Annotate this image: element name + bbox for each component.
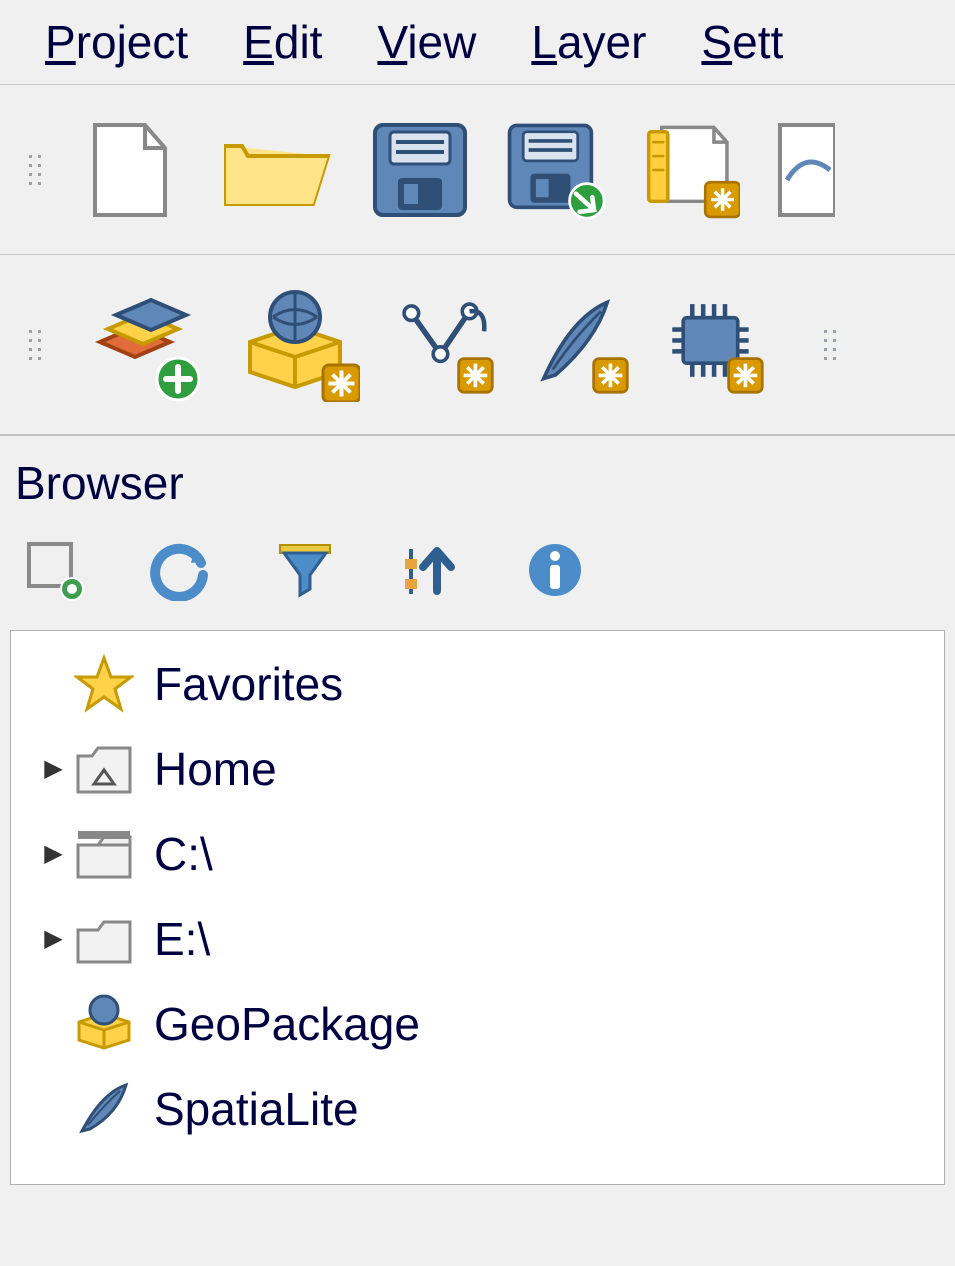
toolbar-grip-icon[interactable]: [820, 320, 840, 370]
menu-project[interactable]: Project: [45, 15, 188, 69]
tree-item-geopackage[interactable]: GeoPackage: [11, 981, 944, 1066]
browser-tree[interactable]: Favorites ▶ Home ▶ C:\ ▶ E:\: [10, 630, 945, 1185]
refresh-button[interactable]: [145, 535, 215, 605]
data-source-toolbar: [0, 254, 955, 434]
new-geopackage-layer-button[interactable]: [235, 295, 360, 395]
tree-item-favorites[interactable]: Favorites: [11, 641, 944, 726]
tree-item-label: GeoPackage: [154, 997, 420, 1051]
tree-item-spatialite[interactable]: SpatiaLite: [11, 1066, 944, 1151]
open-folder-icon: [218, 126, 333, 214]
tree-item-drive-e[interactable]: ▶ E:\: [11, 896, 944, 981]
folder-icon: [71, 906, 136, 971]
add-selected-layers-button[interactable]: [20, 535, 90, 605]
new-shapefile-layer-button[interactable]: [395, 295, 495, 395]
filter-button[interactable]: [270, 535, 340, 605]
tree-item-label: SpatiaLite: [154, 1082, 359, 1136]
tree-item-label: C:\: [154, 827, 213, 881]
toolbar-grip-icon[interactable]: [25, 145, 45, 195]
toolbar-grip-icon[interactable]: [25, 320, 45, 370]
geopackage-icon: [71, 991, 136, 1056]
chip-new-icon: [665, 290, 765, 400]
home-folder-icon: [71, 736, 136, 801]
refresh-icon: [149, 539, 211, 601]
tree-item-label: E:\: [154, 912, 210, 966]
menu-layer[interactable]: Layer: [531, 15, 646, 69]
feather-new-icon: [530, 290, 630, 400]
new-spatialite-layer-button[interactable]: [530, 295, 630, 395]
layout-manager-button[interactable]: [775, 120, 835, 220]
tree-item-label: Home: [154, 742, 277, 796]
vector-new-icon: [395, 290, 495, 400]
expand-arrow-icon[interactable]: ▶: [36, 839, 71, 868]
browser-toolbar: [0, 535, 955, 630]
new-project-button[interactable]: [80, 120, 180, 220]
floppy-save-icon: [370, 120, 470, 220]
tree-item-drive-c[interactable]: ▶ C:\: [11, 811, 944, 896]
save-project-button[interactable]: [370, 120, 470, 220]
browser-panel: Browser: [0, 434, 955, 1185]
expand-arrow-icon[interactable]: ▶: [36, 754, 71, 783]
collapse-all-button[interactable]: [395, 535, 465, 605]
tree-item-home[interactable]: ▶ Home: [11, 726, 944, 811]
menu-bar: Project Edit View Layer Sett: [0, 0, 955, 84]
file-toolbar: [0, 84, 955, 254]
tree-item-label: Favorites: [154, 657, 343, 711]
info-icon: [526, 541, 584, 599]
collapse-tree-icon: [399, 539, 461, 601]
new-file-icon: [85, 120, 175, 220]
properties-button[interactable]: [520, 535, 590, 605]
drive-folder-icon: [71, 821, 136, 886]
data-source-manager-button[interactable]: [80, 295, 200, 395]
floppy-save-as-icon: [505, 116, 605, 224]
add-layer-icon: [24, 539, 86, 601]
menu-edit[interactable]: Edit: [243, 15, 322, 69]
browser-panel-title: Browser: [0, 436, 955, 535]
star-icon: [71, 651, 136, 716]
new-memory-layer-button[interactable]: [665, 295, 765, 395]
feather-icon: [71, 1076, 136, 1141]
funnel-icon: [274, 539, 336, 601]
expand-arrow-icon[interactable]: ▶: [36, 924, 71, 953]
layout-manager-icon: [775, 120, 835, 220]
menu-view[interactable]: View: [377, 15, 476, 69]
save-project-as-button[interactable]: [505, 120, 605, 220]
open-project-button[interactable]: [215, 120, 335, 220]
layers-add-icon: [80, 287, 200, 402]
layout-icon: [640, 116, 740, 224]
geopackage-new-icon: [235, 287, 360, 402]
new-print-layout-button[interactable]: [640, 120, 740, 220]
menu-settings[interactable]: Sett: [701, 15, 783, 69]
